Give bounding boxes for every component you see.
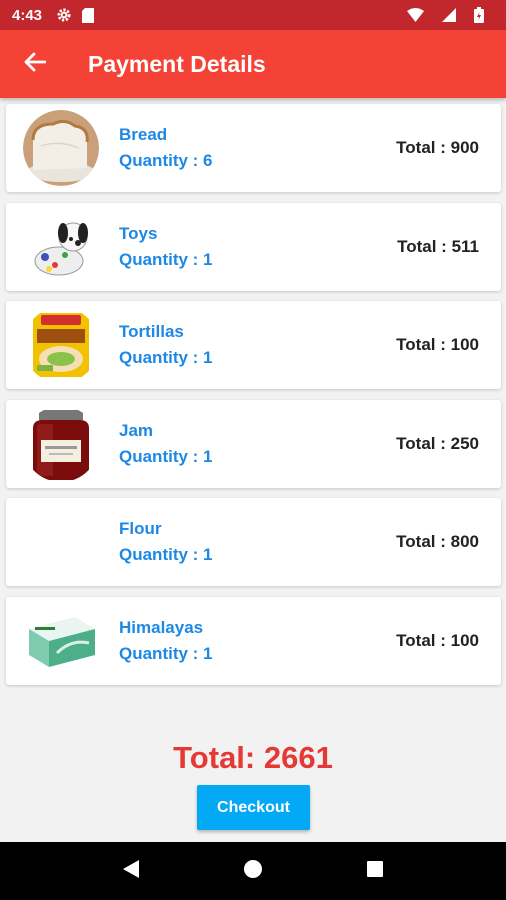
cart-item-tortillas[interactable]: Tortillas Quantity : 1 Total : 100	[6, 301, 501, 389]
item-quantity: Quantity : 1	[119, 643, 213, 663]
item-total: Total : 511	[397, 236, 479, 256]
status-time: 4:43	[12, 6, 43, 24]
item-info: Bread Quantity : 6	[119, 125, 213, 171]
item-total: Total : 250	[396, 433, 479, 453]
cart-item-bread[interactable]: Bread Quantity : 6 Total : 900	[6, 104, 501, 192]
sd-card-icon	[82, 7, 95, 23]
flour-image-placeholder	[23, 504, 99, 580]
item-total: Total : 900	[396, 138, 479, 157]
item-total: Total : 100	[396, 335, 479, 354]
wifi-icon	[407, 8, 424, 22]
bread-image	[23, 110, 99, 186]
home-circle-icon	[243, 859, 263, 884]
app-bar: Payment Details	[0, 30, 506, 98]
nav-back-button[interactable]	[111, 851, 151, 891]
system-nav-bar	[0, 842, 506, 900]
cart-item-jam[interactable]: Jam Quantity : 1 Total : 250	[6, 399, 501, 488]
item-quantity: Quantity : 1	[119, 545, 213, 564]
signal-icon	[442, 8, 456, 22]
item-info: Jam Quantity : 1	[119, 421, 213, 467]
item-name: Flour	[119, 519, 162, 538]
grand-total: Total: 2661	[173, 740, 333, 775]
toy-dog-image	[23, 208, 99, 285]
item-name: Jam	[119, 420, 154, 440]
item-name: Toys	[119, 223, 158, 243]
recents-square-icon	[366, 860, 384, 883]
cart-item-flour[interactable]: Flour Quantity : 1 Total : 800	[6, 498, 501, 586]
item-name: Himalayas	[119, 617, 204, 637]
cart-list: Bread Quantity : 6 Total : 900 Toys Quan…	[6, 104, 501, 695]
arrow-back-icon	[24, 52, 47, 77]
nav-recents-button[interactable]	[355, 851, 395, 891]
nav-home-button[interactable]	[233, 851, 273, 891]
back-button[interactable]	[0, 30, 70, 98]
item-info: Tortillas Quantity : 1	[119, 322, 213, 368]
status-right-icons	[407, 7, 494, 23]
item-info: Toys Quantity : 1	[119, 224, 213, 270]
cart-item-himalayas[interactable]: Himalayas Quantity : 1 Total : 100	[6, 596, 501, 685]
item-quantity: Quantity : 6	[119, 151, 213, 170]
tortillas-image	[23, 307, 99, 383]
jam-jar-image	[23, 405, 99, 482]
item-quantity: Quantity : 1	[119, 446, 213, 466]
item-total: Total : 100	[396, 630, 479, 650]
cart-item-toys[interactable]: Toys Quantity : 1 Total : 511	[6, 202, 501, 291]
item-name: Bread	[119, 125, 168, 144]
item-info: Flour Quantity : 1	[119, 519, 213, 565]
gear-icon	[56, 7, 72, 23]
checkout-button[interactable]: Checkout	[197, 785, 310, 830]
item-quantity: Quantity : 1	[119, 348, 213, 367]
himalaya-soap-image	[23, 602, 99, 679]
battery-icon	[474, 7, 484, 23]
back-triangle-icon	[122, 859, 140, 884]
item-total: Total : 800	[396, 532, 479, 551]
page-title: Payment Details	[88, 50, 266, 77]
item-info: Himalayas Quantity : 1	[119, 618, 213, 664]
status-bar: 4:43	[0, 0, 506, 30]
item-name: Tortillas	[119, 322, 184, 341]
item-quantity: Quantity : 1	[119, 249, 213, 269]
